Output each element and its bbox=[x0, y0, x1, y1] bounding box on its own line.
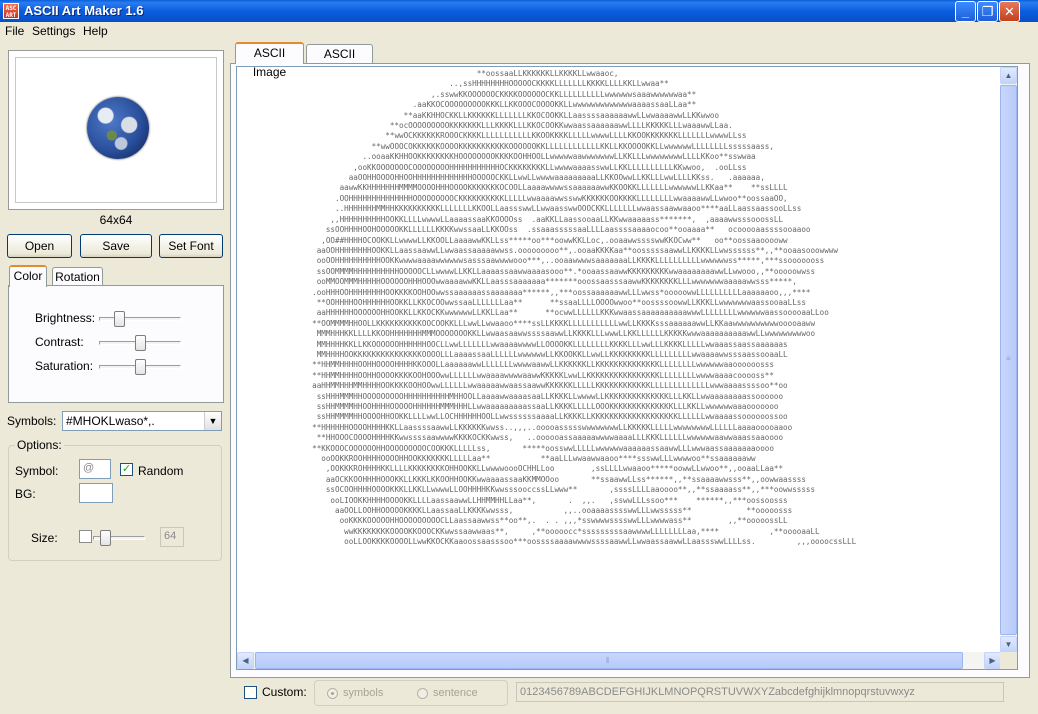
custom-checkbox[interactable] bbox=[244, 686, 257, 699]
size-checkbox[interactable] bbox=[79, 530, 92, 543]
radio-sentence-label: sentence bbox=[433, 687, 478, 699]
size-slider-thumb[interactable] bbox=[100, 530, 111, 546]
tab-ascii-editor[interactable]: ASCII Editor bbox=[306, 44, 373, 80]
radio-symbols-label: symbols bbox=[343, 687, 384, 699]
preview-canvas bbox=[15, 57, 217, 203]
contrast-label: Contrast: bbox=[35, 335, 84, 349]
custom-label: Custom: bbox=[262, 685, 307, 699]
maximize-button[interactable]: ❐ bbox=[977, 1, 998, 22]
radio-sentence[interactable] bbox=[417, 688, 428, 699]
bg-color-field[interactable] bbox=[79, 483, 113, 503]
brightness-slider-thumb[interactable] bbox=[114, 311, 125, 327]
symbols-value: #MHOKLwaso*,. bbox=[66, 414, 155, 428]
tab-rotation[interactable]: Rotation bbox=[52, 267, 103, 287]
menu-file[interactable]: File bbox=[5, 24, 24, 38]
vertical-scrollbar[interactable]: ▲ ≡ ▼ bbox=[1000, 67, 1017, 653]
earth-image bbox=[87, 97, 149, 159]
symbol-field[interactable]: @ bbox=[79, 459, 111, 479]
vertical-scroll-thumb[interactable]: ≡ bbox=[1000, 85, 1017, 635]
open-button[interactable]: Open bbox=[7, 234, 72, 258]
custom-mode-group: symbols sentence bbox=[314, 680, 508, 706]
grip-icon: ⦀ bbox=[606, 656, 610, 665]
color-panel: Brightness: Contrast: Saturation: bbox=[8, 285, 224, 403]
custom-charset-field[interactable]: 0123456789ABCDEFGHIJKLMNOPQRSTUVWXYZabcd… bbox=[516, 682, 1004, 702]
options-title: Options: bbox=[15, 438, 64, 452]
scrollbar-corner bbox=[1000, 652, 1017, 669]
horizontal-scrollbar[interactable]: ◀ ⦀ ▶ bbox=[237, 652, 1001, 669]
symbols-select[interactable]: #MHOKLwaso*,. ▼ bbox=[62, 411, 222, 431]
size-label: Size: bbox=[31, 531, 58, 545]
custom-charset-value: 0123456789ABCDEFGHIJKLMNOPQRSTUVWXYZabcd… bbox=[520, 686, 915, 698]
grip-icon: ≡ bbox=[1006, 354, 1011, 363]
ascii-output-area[interactable]: **oossaaLLKKKKKKLLKKKKLLwwaaoc, ..,ssHHH… bbox=[236, 66, 1018, 670]
symbol-label: Symbol: bbox=[15, 464, 59, 478]
save-button[interactable]: Save bbox=[80, 234, 152, 258]
menu-settings[interactable]: Settings bbox=[32, 24, 75, 38]
tab-ascii-image[interactable]: ASCII Image bbox=[235, 42, 304, 79]
random-checkbox[interactable]: ✓ bbox=[120, 463, 133, 476]
image-preview bbox=[8, 50, 224, 210]
saturation-slider-thumb[interactable] bbox=[135, 359, 146, 375]
set-font-button[interactable]: Set Font bbox=[159, 234, 223, 258]
bg-label: BG: bbox=[15, 487, 36, 501]
options-group: Options: Symbol: @ ✓ Random BG: Size: 64 bbox=[8, 438, 222, 561]
window-title: ASCII Art Maker 1.6 bbox=[24, 3, 144, 18]
scroll-left-icon[interactable]: ◀ bbox=[237, 652, 254, 669]
contrast-slider[interactable] bbox=[99, 335, 181, 351]
menu-help[interactable]: Help bbox=[83, 24, 108, 38]
saturation-slider[interactable] bbox=[99, 359, 181, 375]
size-field-value: 64 bbox=[164, 530, 177, 542]
tab-color[interactable]: Color bbox=[9, 265, 47, 287]
brightness-label: Brightness: bbox=[35, 311, 96, 325]
contrast-slider-thumb[interactable] bbox=[135, 335, 146, 351]
preview-size-label: 64x64 bbox=[99, 213, 133, 227]
horizontal-scroll-thumb[interactable]: ⦀ bbox=[255, 652, 963, 669]
minimize-button[interactable]: _ bbox=[955, 1, 976, 22]
size-field[interactable]: 64 bbox=[160, 527, 184, 547]
ascii-art-text[interactable]: **oossaaLLKKKKKKLLKKKKLLwwaaoc, ..,ssHHH… bbox=[239, 69, 999, 651]
symbol-field-value: @ bbox=[83, 462, 95, 474]
app-icon[interactable]: ASC ART bbox=[3, 3, 19, 19]
close-button[interactable]: ✕ bbox=[999, 1, 1020, 22]
size-slider[interactable] bbox=[93, 530, 145, 546]
random-label: Random bbox=[138, 464, 184, 478]
title-bar[interactable]: ASC ART ASCII Art Maker 1.6 _ ❐ ✕ bbox=[0, 0, 1038, 22]
scroll-down-icon[interactable]: ▼ bbox=[1000, 636, 1017, 653]
symbols-label: Symbols: bbox=[7, 414, 57, 428]
scroll-right-icon[interactable]: ▶ bbox=[984, 652, 1001, 669]
menu-bar: File Settings Help bbox=[0, 22, 1038, 40]
saturation-label: Saturation: bbox=[35, 359, 94, 373]
chevron-down-icon[interactable]: ▼ bbox=[204, 412, 221, 430]
radio-symbols[interactable] bbox=[327, 688, 338, 699]
scroll-up-icon[interactable]: ▲ bbox=[1000, 67, 1017, 84]
brightness-slider[interactable] bbox=[99, 311, 181, 327]
